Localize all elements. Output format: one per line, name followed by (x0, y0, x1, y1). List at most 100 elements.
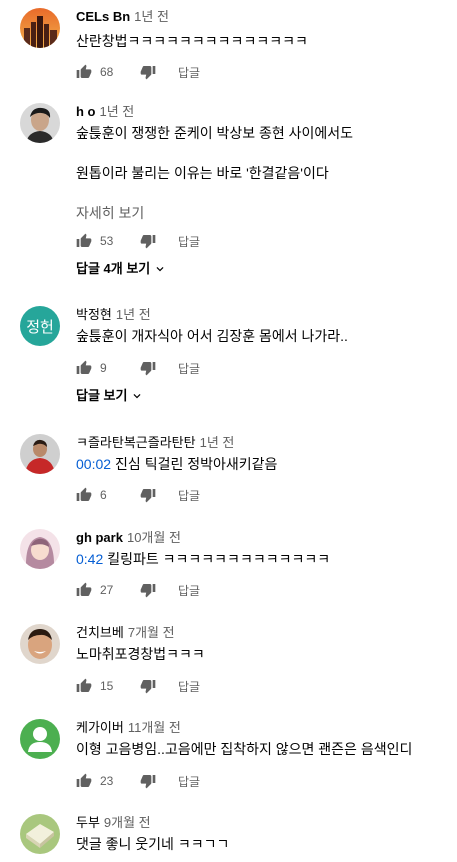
like-count: 27 (100, 583, 114, 597)
dislike-button[interactable] (140, 360, 156, 376)
see-more-link[interactable]: 자세히 보기 (76, 203, 144, 223)
like-button[interactable] (76, 582, 92, 598)
person-photo-avatar[interactable] (20, 103, 60, 143)
comment-text: 00:02 진심 틱걸린 정박아새키같음 (76, 454, 277, 474)
timestamp-link[interactable]: 00:02 (76, 456, 111, 472)
comment-author[interactable]: 두부 (76, 815, 100, 830)
avatar-initial: 정헌 (26, 318, 54, 336)
reply-button[interactable]: 답글 (178, 487, 200, 504)
view-replies-label: 답글 4개 보기 (76, 261, 151, 276)
comment-header: gh park 10개월 전 (76, 529, 181, 547)
comment-author[interactable]: 건치브베 (76, 625, 124, 640)
comment-text: 노마취포경창법ㅋㅋㅋ (76, 646, 205, 662)
tofu-avatar[interactable] (20, 814, 60, 854)
comment-time[interactable]: 9개월 전 (104, 815, 151, 830)
comment-header: 두부 9개월 전 (76, 814, 151, 832)
comment-actions: 23 답글 (76, 769, 200, 793)
thumb-up-icon (76, 360, 92, 374)
like-button[interactable] (76, 64, 92, 80)
dislike-button[interactable] (140, 64, 156, 80)
view-replies-label: 답글 보기 (76, 388, 128, 403)
comment-actions: 27 답글 (76, 578, 200, 602)
comment-text: 숲튽훈이 개자식아 어서 김장훈 몸에서 나가라.. (76, 328, 348, 344)
comment-text-line: 숲튽훈이 쟁쟁한 준케이 박상보 종현 사이에서도 (76, 125, 354, 141)
like-count: 6 (100, 488, 107, 502)
comment-time[interactable]: 1년 전 (100, 104, 135, 119)
comment-actions: 9 답글 (76, 356, 200, 380)
like-button[interactable] (76, 678, 92, 694)
thumb-up-icon (76, 64, 92, 78)
reply-button[interactable]: 답글 (178, 678, 200, 695)
thumb-down-icon (140, 775, 156, 789)
comment-actions: 6 답글 (76, 483, 200, 507)
thumb-down-icon (140, 362, 156, 376)
soccer-player-avatar[interactable] (20, 434, 60, 474)
dislike-button[interactable] (140, 487, 156, 503)
view-replies-button[interactable]: 답글 보기 (76, 387, 144, 405)
comment-time[interactable]: 1년 전 (200, 435, 235, 450)
comment-actions: 68 답글 (76, 60, 200, 84)
comment-text-body: 킬링파트 ㅋㅋㅋㅋㅋㅋㅋㅋㅋㅋㅋㅋㅋ (107, 551, 331, 567)
comment-text: 0:42 킬링파트 ㅋㅋㅋㅋㅋㅋㅋㅋㅋㅋㅋㅋㅋ (76, 549, 330, 569)
comment-time[interactable]: 10개월 전 (127, 530, 181, 545)
like-button[interactable] (76, 233, 92, 249)
comment-author[interactable]: gh park (76, 530, 123, 545)
comment-header: 케가이버 11개월 전 (76, 719, 181, 737)
illustrated-girl-avatar[interactable] (20, 529, 60, 569)
dislike-button[interactable] (140, 678, 156, 694)
comment-author[interactable]: CELs Bn (76, 9, 130, 24)
person-icon (28, 727, 52, 752)
reply-button[interactable]: 답글 (178, 773, 200, 790)
view-replies-button[interactable]: 답글 4개 보기 (76, 260, 167, 278)
thumb-up-icon (76, 773, 92, 787)
comment-author[interactable]: ㅋ즐라탄복근즐라탄탄 (76, 435, 196, 450)
reply-button[interactable]: 답글 (178, 233, 200, 250)
like-button[interactable] (76, 487, 92, 503)
comment-header: ㅋ즐라탄복근즐라탄탄 1년 전 (76, 434, 234, 452)
reply-button[interactable]: 답글 (178, 360, 200, 377)
default-user-avatar[interactable] (20, 719, 60, 759)
thumb-down-icon (140, 584, 156, 598)
chevron-down-icon (133, 394, 141, 399)
smiling-man-avatar[interactable] (20, 624, 60, 664)
thumb-up-icon (76, 233, 92, 247)
comment-author[interactable]: h o (76, 104, 96, 119)
like-button[interactable] (76, 360, 92, 376)
like-button[interactable] (76, 773, 92, 789)
comment-text-body: 진심 틱걸린 정박아새키같음 (115, 456, 278, 472)
comment-time[interactable]: 7개월 전 (128, 625, 175, 640)
comment-header: CELs Bn 1년 전 (76, 8, 169, 26)
comment-time[interactable]: 1년 전 (116, 307, 151, 322)
comment-text: 산란창법ㅋㅋㅋㅋㅋㅋㅋㅋㅋㅋㅋㅋㅋㅋ (76, 33, 308, 49)
comment-time[interactable]: 11개월 전 (128, 720, 181, 735)
dislike-button[interactable] (140, 773, 156, 789)
thumb-up-icon (76, 487, 92, 501)
like-count: 53 (100, 234, 114, 248)
like-count: 23 (100, 774, 114, 788)
comment-header: 박정현 1년 전 (76, 306, 151, 324)
chevron-down-icon (156, 267, 164, 272)
thumb-down-icon (140, 66, 156, 80)
comment-time[interactable]: 1년 전 (134, 9, 169, 24)
comment-author[interactable]: 박정현 (76, 307, 112, 322)
timestamp-link[interactable]: 0:42 (76, 551, 103, 567)
dislike-button[interactable] (140, 233, 156, 249)
thumb-up-icon (76, 582, 92, 596)
like-count: 15 (100, 679, 114, 693)
initials-avatar[interactable]: 정헌 (20, 306, 60, 346)
comment-text: 이형 고음병임..고음에만 집착하지 않으면 괜즌은 음색인디 (76, 741, 413, 757)
comment-text: 댓글 좋니 웃기네 ㅋㅋㄱㄱ (76, 836, 230, 852)
thumb-down-icon (140, 489, 156, 503)
like-count: 9 (100, 361, 107, 375)
comment-header: h o 1년 전 (76, 103, 134, 121)
comment-author[interactable]: 케가이버 (76, 720, 124, 735)
like-count: 68 (100, 65, 114, 79)
comment-header: 건치브베 7개월 전 (76, 624, 175, 642)
comment-actions: 53 답글 (76, 229, 200, 253)
dislike-button[interactable] (140, 582, 156, 598)
city-sunset-avatar[interactable] (20, 8, 60, 48)
thumb-down-icon (140, 235, 156, 249)
reply-button[interactable]: 답글 (178, 64, 200, 81)
thumb-up-icon (76, 678, 92, 692)
reply-button[interactable]: 답글 (178, 582, 200, 599)
